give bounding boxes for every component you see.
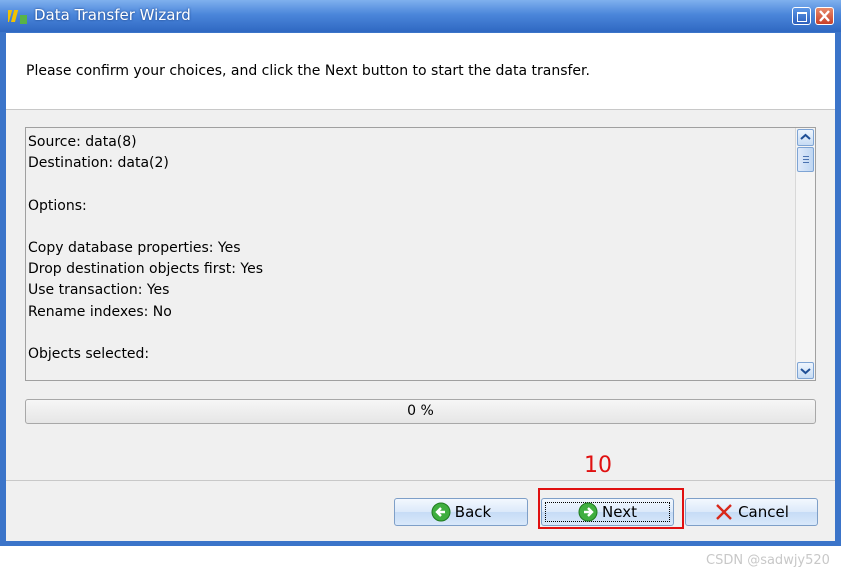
x-mark-icon [716,504,732,520]
summary-line [28,174,263,195]
chevron-down-icon [800,368,811,375]
scroll-down-button[interactable] [797,362,814,379]
footer-divider [6,480,835,481]
data-transfer-icon [8,10,27,24]
summary-line [28,217,263,238]
summary-line [28,323,263,344]
arrow-left-circle-icon [431,502,451,522]
step-annotation: 10 [584,453,612,478]
title-bar[interactable]: Data Transfer Wizard [0,0,841,32]
back-button[interactable]: Back [394,498,528,526]
annotation-highlight-box [538,488,684,529]
progress-label: 0 % [407,403,434,419]
summary-line: Source: data(8) [28,134,137,150]
scroll-thumb[interactable] [797,147,814,172]
cancel-button-label: Cancel [738,503,789,521]
close-icon [819,10,830,22]
grip-line [803,156,809,157]
scroll-up-button[interactable] [797,129,814,146]
summary-line: Options: [28,197,87,214]
summary-line: Destination: data(2) [28,155,169,172]
close-button[interactable] [815,7,834,25]
instruction-text: Please confirm your choices, and click t… [26,63,590,79]
wizard-client-area: Please confirm your choices, and click t… [6,33,835,568]
summary-line: Drop destination objects first: Yes [28,261,264,278]
grip-line [803,162,809,163]
window-title: Data Transfer Wizard [34,6,191,24]
progress-bar: 0 % [25,399,816,424]
summary-line: Objects selected: [28,346,150,363]
summary-text: Source: data(8) Destination: data(2) Opti… [28,132,263,365]
chevron-up-icon [800,133,811,140]
vertical-scrollbar[interactable] [795,128,815,380]
summary-textbox[interactable]: Source: data(8) Destination: data(2) Opti… [25,127,816,381]
summary-line: Use transaction: Yes [28,282,170,299]
cancel-button[interactable]: Cancel [685,498,818,526]
wizard-window: Data Transfer Wizard Please confirm your… [0,0,841,568]
back-button-label: Back [454,503,492,521]
watermark: CSDN @sadwjy520 [706,553,830,568]
summary-line: Rename indexes: No [28,303,172,320]
maximize-button[interactable] [792,7,811,25]
summary-line: Copy database properties: Yes [28,240,241,257]
header-band: Please confirm your choices, and click t… [6,33,835,110]
grip-line [803,159,809,160]
